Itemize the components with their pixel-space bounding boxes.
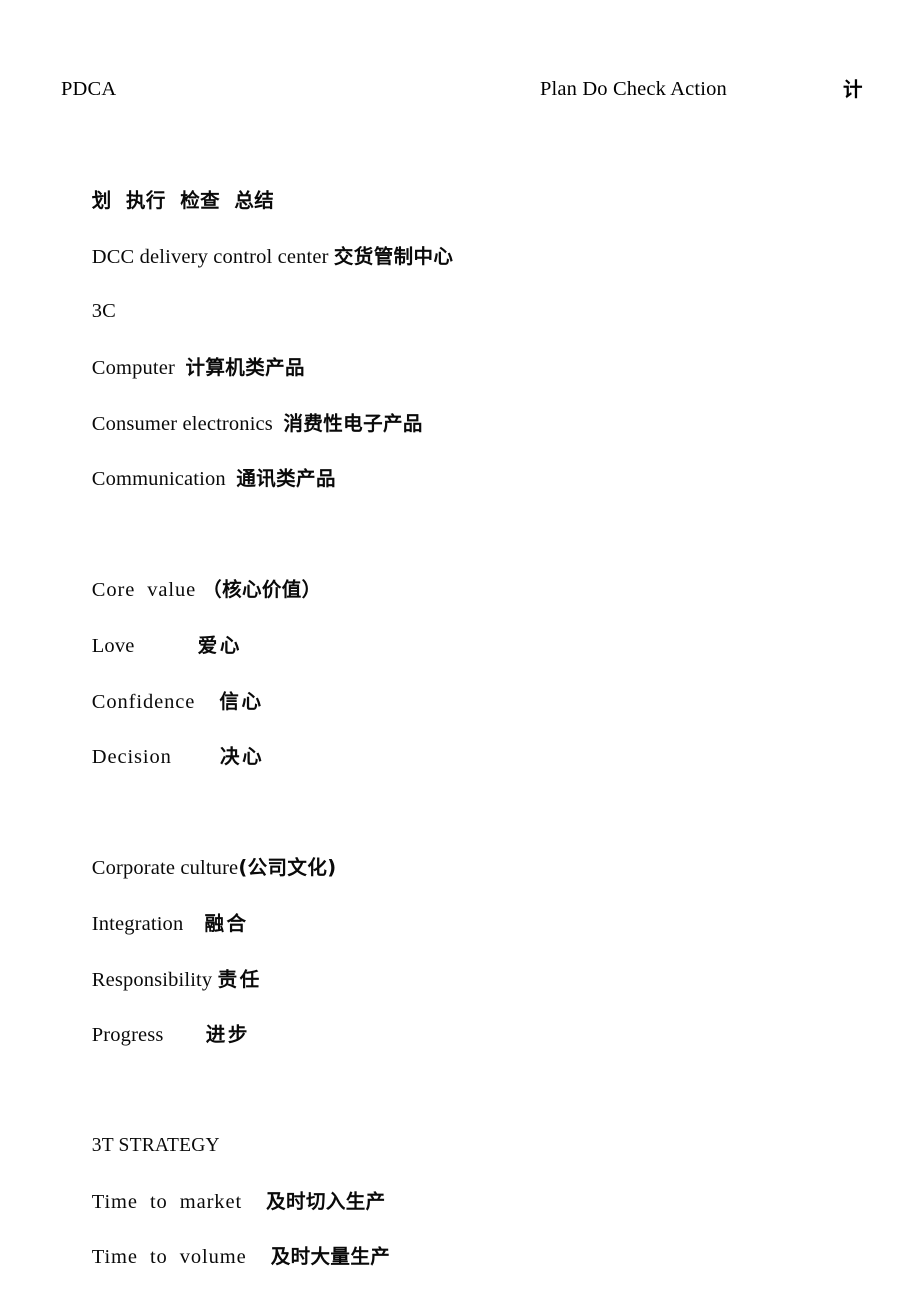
document-page: PDCA Plan Do Check Action 计 划 执行 检查 总结 D… bbox=[0, 0, 920, 1302]
core-value-chinese: （核心价值） bbox=[202, 578, 322, 602]
text-line-3t-heading: 3T STRATEGY bbox=[61, 1063, 861, 1156]
text-line-pdca-heading: PDCA Plan Do Check Action 计 bbox=[61, 62, 863, 118]
culture-progress-english: Progress bbox=[91, 1024, 206, 1047]
3c-heading-label: 3C bbox=[91, 300, 116, 323]
culture-progress-chinese: 进步 bbox=[205, 1023, 250, 1047]
text-line-pdca-translation: 划 执行 检查 总结 bbox=[61, 118, 861, 212]
text-line-3c-computer: Computer 计算机类产品 bbox=[61, 284, 861, 379]
3t-volume-chinese: 及时大量生产 bbox=[270, 1245, 391, 1269]
3t-volume-english: Time to volume bbox=[91, 1246, 271, 1269]
3c-communication-english: Communication bbox=[91, 468, 237, 491]
core-decision-chinese: 决心 bbox=[220, 745, 265, 769]
3t-market-chinese: 及时切入生产 bbox=[266, 1189, 386, 1213]
3t-heading-label: 3T STRATEGY bbox=[91, 1135, 220, 1157]
pdca-translation-first-char: 计 bbox=[843, 78, 863, 101]
dcc-chinese: 交货管制中心 bbox=[333, 244, 454, 268]
3c-computer-english: Computer bbox=[91, 356, 186, 379]
dcc-english: DCC delivery control center bbox=[91, 245, 334, 268]
text-line-core-value-heading: Core value （核心价值） bbox=[61, 507, 861, 601]
culture-integration-english: Integration bbox=[91, 912, 205, 935]
3c-consumer-chinese: 消费性电子产品 bbox=[283, 411, 423, 435]
corporate-culture-english: Corporate culture bbox=[91, 857, 239, 880]
culture-responsibility-chinese: 责任 bbox=[217, 967, 262, 991]
3c-consumer-english: Consumer electronics bbox=[91, 412, 284, 435]
document-body: PDCA Plan Do Check Action 计 划 执行 检查 总结 D… bbox=[61, 62, 863, 1302]
3c-communication-chinese: 通讯类产品 bbox=[236, 467, 336, 491]
core-love-chinese: 爱心 bbox=[197, 633, 242, 657]
pdca-abbreviation: PDCA bbox=[61, 78, 117, 100]
core-value-english: Core value bbox=[91, 579, 203, 602]
culture-responsibility-english: Responsibility bbox=[91, 968, 218, 991]
core-confidence-english: Confidence bbox=[91, 690, 220, 713]
3c-computer-chinese: 计算机类产品 bbox=[185, 355, 305, 379]
pdca-translation-rest: 划 执行 检查 总结 bbox=[91, 189, 275, 213]
core-love-english: Love bbox=[91, 634, 198, 657]
corporate-culture-chinese: (公司文化) bbox=[238, 856, 337, 880]
core-decision-english: Decision bbox=[91, 746, 221, 769]
core-confidence-chinese: 信心 bbox=[219, 689, 264, 713]
3t-market-english: Time to market bbox=[91, 1190, 267, 1213]
text-line-corporate-culture-heading: Corporate culture(公司文化) bbox=[61, 785, 861, 879]
pdca-expansion: Plan Do Check Action bbox=[540, 78, 727, 100]
culture-integration-chinese: 融合 bbox=[204, 911, 249, 935]
